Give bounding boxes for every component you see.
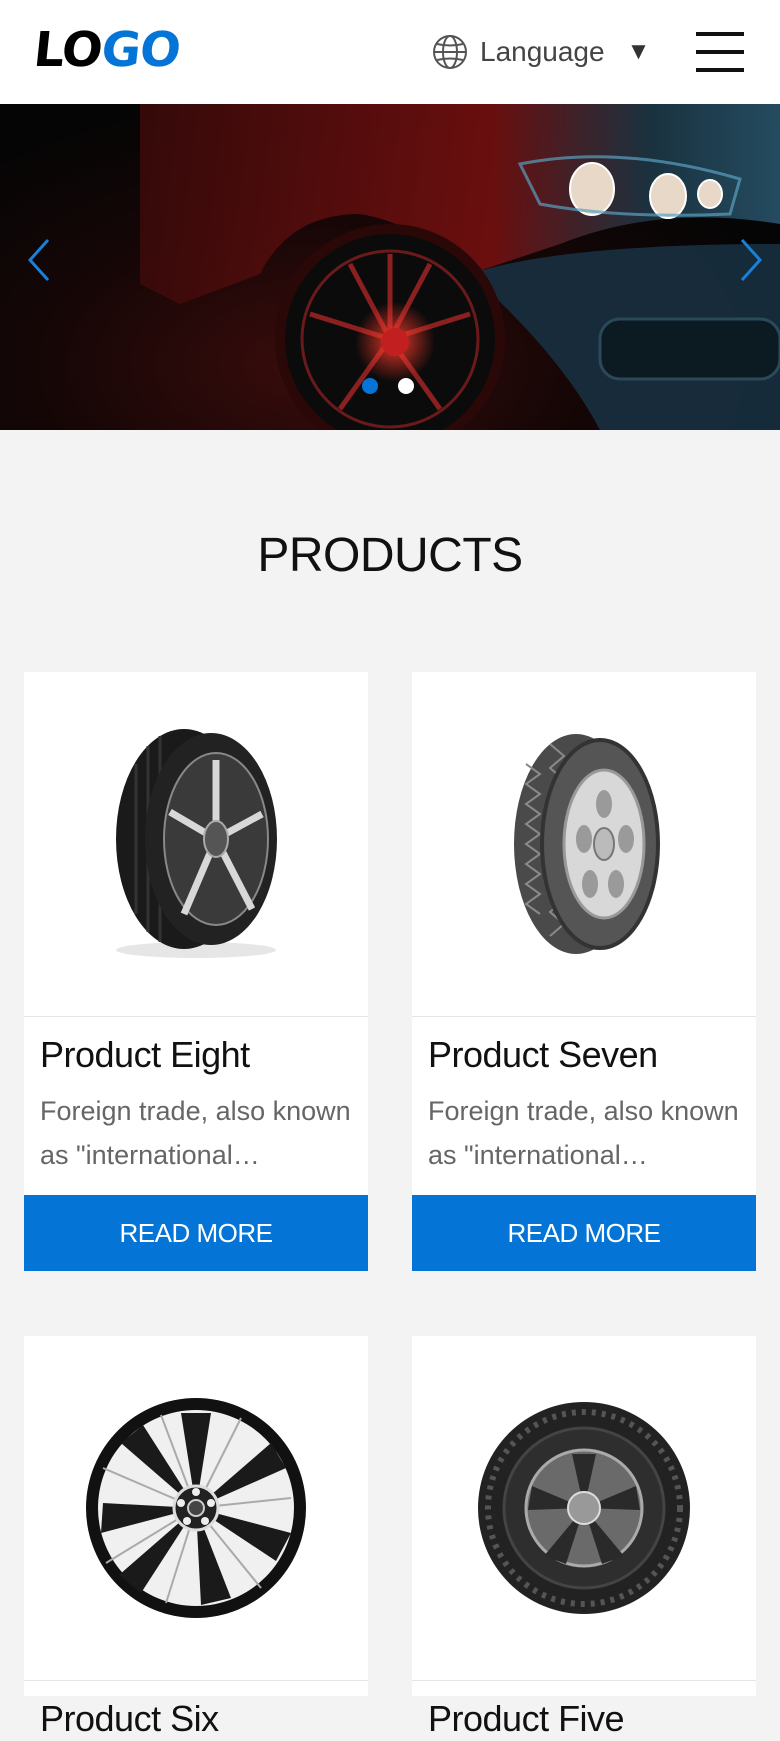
site-header: LOGO Language ▼ [0,0,780,104]
product-card[interactable]: Product Six [24,1336,368,1739]
product-card[interactable]: Product Seven Foreign trade, also known … [412,672,756,1271]
read-more-button[interactable]: READ MORE [412,1195,756,1271]
logo-part-1: LO [31,22,105,78]
section-title: PRODUCTS [257,529,523,582]
carousel-dot-active[interactable] [362,378,378,394]
performance-tire-image [116,729,277,958]
product-image[interactable] [24,1336,368,1681]
logo-part-2: GO [98,22,183,78]
read-more-button[interactable]: READ MORE [24,1195,368,1271]
hero-carousel[interactable] [0,104,780,430]
product-card[interactable]: Product Eight Foreign trade, also known … [24,672,368,1271]
tire-with-rim-image [478,1402,690,1614]
logo[interactable]: LOGO [31,22,183,78]
product-description: Foreign trade, also known as "internatio… [40,1096,351,1170]
globe-icon [432,34,468,70]
chevron-left-icon[interactable] [26,238,52,287]
hamburger-line [696,32,744,36]
hamburger-menu-button[interactable] [696,32,744,72]
van-tire-image [514,734,660,954]
product-title[interactable]: Product Seven [412,1017,756,1077]
product-card[interactable]: Product Five [412,1336,756,1739]
language-label: Language [480,36,605,67]
carousel-dot[interactable] [398,378,414,394]
caret-down-icon: ▼ [626,38,651,65]
product-title[interactable]: Product Eight [24,1017,368,1077]
hamburger-line [696,68,744,72]
chevron-right-icon[interactable] [738,238,764,287]
product-title[interactable]: Product Five [412,1681,756,1741]
language-selector[interactable]: Language ▼ [432,32,650,72]
product-image[interactable] [412,1336,756,1681]
product-description: Foreign trade, also known as "internatio… [428,1096,739,1170]
carousel-dots [362,378,434,394]
product-title[interactable]: Product Six [24,1681,368,1741]
product-image[interactable] [24,672,368,1017]
product-image[interactable] [412,672,756,1017]
alloy-rim-image [86,1398,306,1618]
hamburger-line [696,50,744,54]
